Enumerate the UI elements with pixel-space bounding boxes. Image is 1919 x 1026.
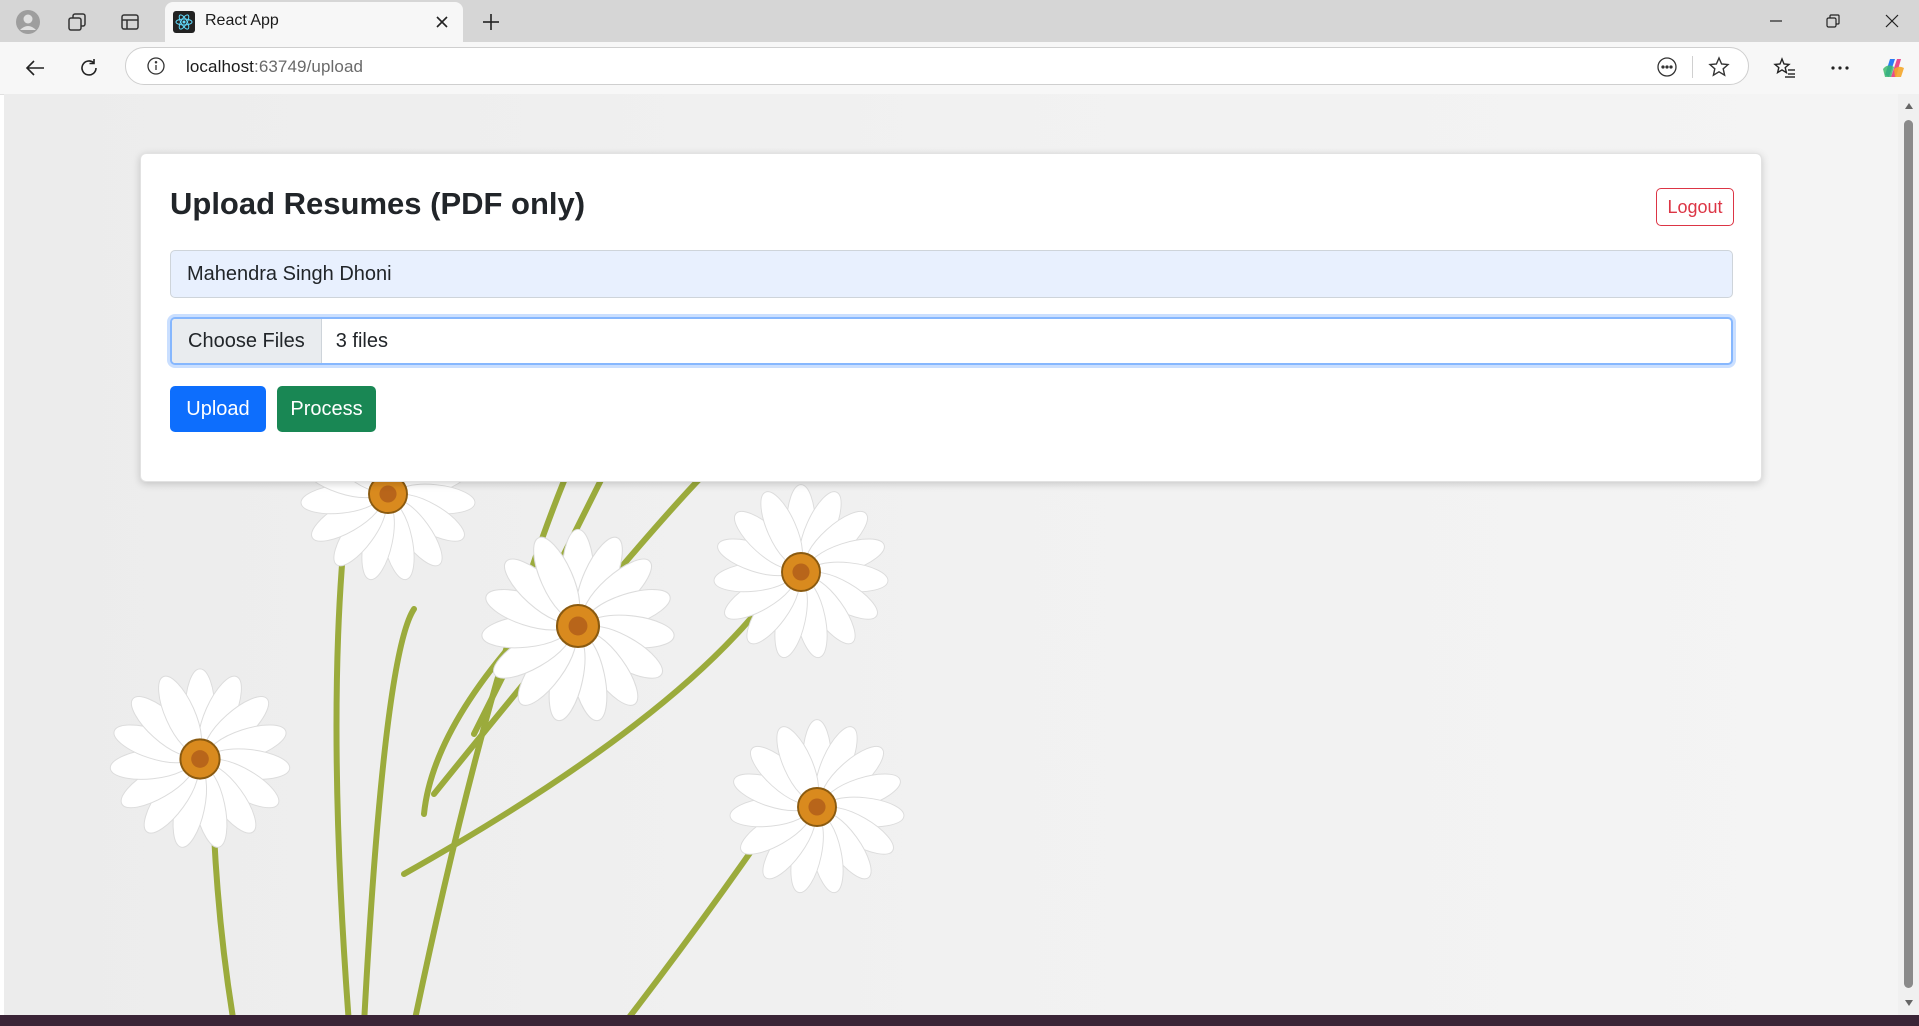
refresh-icon[interactable] — [75, 54, 103, 82]
logout-button[interactable]: Logout — [1656, 188, 1734, 226]
upload-button[interactable]: Upload — [170, 386, 266, 432]
minimize-icon[interactable] — [1752, 6, 1800, 36]
profile-icon[interactable] — [15, 9, 41, 35]
react-logo-icon — [173, 11, 195, 33]
vertical-tabs-icon[interactable] — [117, 9, 143, 35]
close-icon[interactable] — [431, 11, 453, 33]
scrollbar-thumb[interactable] — [1904, 120, 1913, 988]
star-icon[interactable] — [1708, 56, 1730, 78]
file-input[interactable]: Choose Files 3 files — [170, 317, 1733, 365]
favorites-icon[interactable] — [1771, 54, 1799, 82]
name-input[interactable] — [170, 250, 1733, 298]
scroll-up-icon[interactable] — [1902, 100, 1915, 112]
page-title: Upload Resumes (PDF only) — [170, 186, 586, 221]
url-host: localhost — [186, 57, 254, 76]
file-count-label: 3 files — [335, 329, 388, 352]
browser-toolbar: localhost:63749/upload — [0, 42, 1919, 95]
address-bar[interactable]: localhost:63749/upload — [125, 47, 1749, 85]
tab-title: React App — [205, 12, 279, 29]
url-path: :63749/upload — [254, 57, 364, 76]
scroll-down-icon[interactable] — [1902, 997, 1915, 1009]
process-button[interactable]: Process — [277, 386, 376, 432]
more-options-icon[interactable] — [1656, 56, 1678, 78]
vertical-scrollbar[interactable] — [1898, 94, 1919, 1015]
back-arrow-icon[interactable] — [21, 54, 49, 82]
taskbar-edge — [0, 1015, 1919, 1026]
browser-tab-bar: React App — [0, 0, 1919, 42]
upload-card: Upload Resumes (PDF only) Logout Choose … — [140, 153, 1762, 482]
restore-icon[interactable] — [1809, 6, 1857, 36]
choose-files-button[interactable]: Choose Files — [172, 319, 322, 363]
active-tab[interactable]: React App — [165, 2, 463, 42]
divider — [1692, 56, 1693, 78]
ellipsis-icon[interactable] — [1826, 54, 1854, 82]
workspaces-icon[interactable] — [64, 9, 90, 35]
close-icon[interactable] — [1868, 6, 1916, 36]
copilot-icon[interactable] — [1879, 54, 1907, 82]
plus-icon[interactable] — [478, 9, 504, 35]
info-icon[interactable] — [146, 56, 166, 76]
url-text[interactable]: localhost:63749/upload — [186, 57, 363, 77]
